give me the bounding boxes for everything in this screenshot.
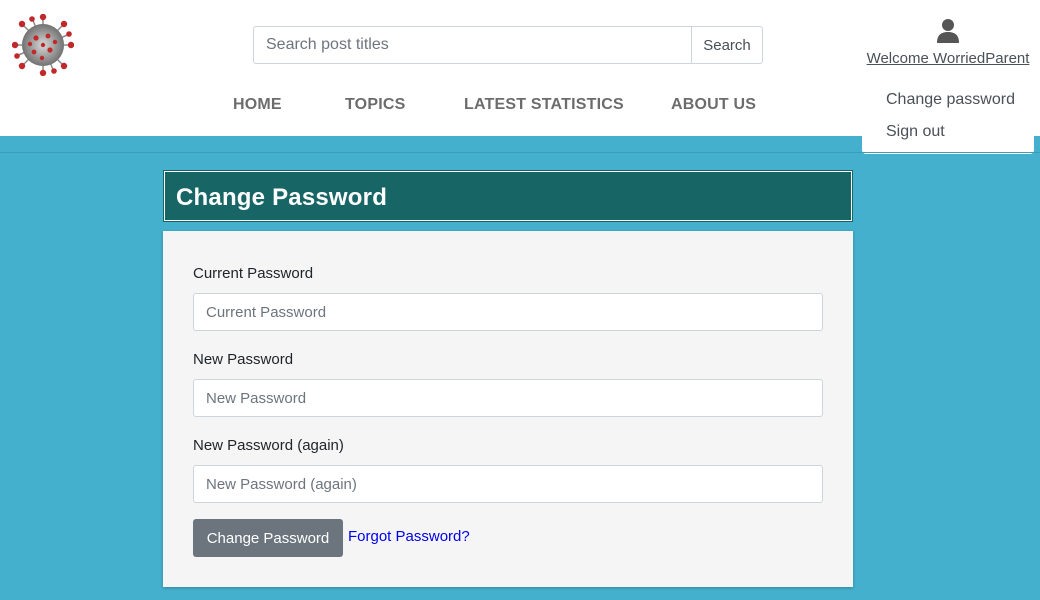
change-password-button[interactable]: Change Password <box>193 519 343 557</box>
nav-about-us[interactable]: ABOUT US <box>671 96 756 114</box>
current-password-input[interactable] <box>193 293 823 331</box>
search-button[interactable]: Search <box>691 26 763 64</box>
current-password-label: Current Password <box>193 265 314 282</box>
nav-latest-statistics[interactable]: LATEST STATISTICS <box>464 96 624 114</box>
menu-item-sign-out[interactable]: Sign out <box>886 123 945 141</box>
form-title-bar: Change Password <box>163 170 853 222</box>
header-divider <box>0 152 1040 153</box>
new-password-again-label: New Password (again) <box>193 437 344 454</box>
forgot-password-link[interactable]: Forgot Password? <box>348 528 470 545</box>
coronavirus-logo-icon[interactable] <box>12 14 74 76</box>
menu-item-change-password[interactable]: Change password <box>886 91 1015 109</box>
page-title: Change Password <box>176 184 388 211</box>
welcome-user-link[interactable]: Welcome WorriedParent <box>856 50 1040 67</box>
change-password-form: Current Password New Password New Passwo… <box>163 231 853 587</box>
new-password-label: New Password <box>193 351 294 368</box>
search-input[interactable] <box>253 26 691 64</box>
nav-topics[interactable]: TOPICS <box>345 96 405 114</box>
new-password-input[interactable] <box>193 379 823 417</box>
search-bar: Search <box>253 26 763 64</box>
nav-home[interactable]: HOME <box>233 96 282 114</box>
user-icon[interactable] <box>936 18 960 44</box>
user-dropdown-menu: Change password Sign out <box>862 84 1034 154</box>
new-password-again-input[interactable] <box>193 465 823 503</box>
user-menu: Welcome WorriedParent <box>856 18 1040 67</box>
